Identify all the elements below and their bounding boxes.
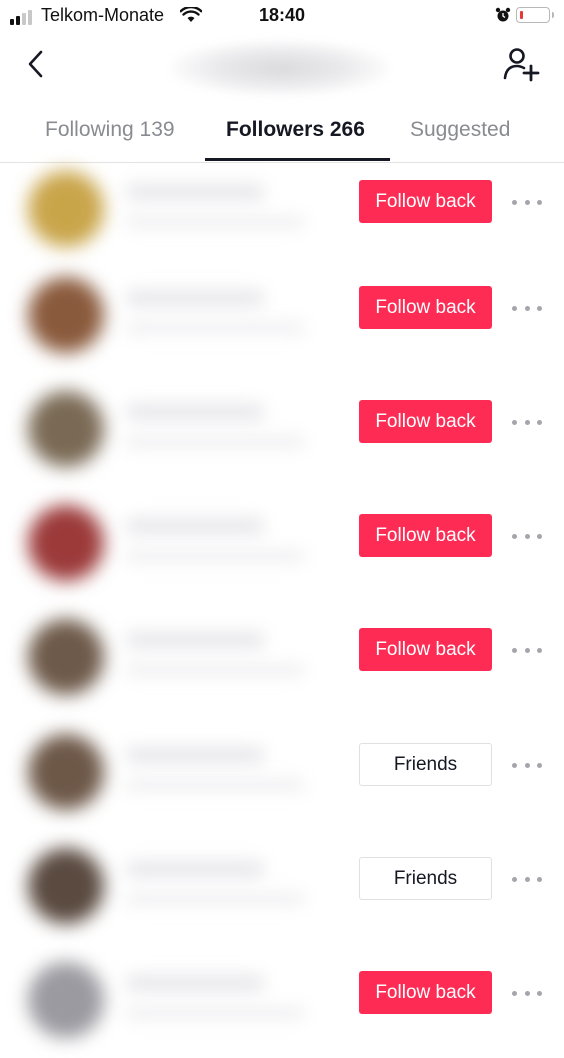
follower-row[interactable]: Follow back [0, 487, 564, 601]
avatar[interactable] [28, 505, 104, 581]
display-name [125, 892, 305, 906]
more-options-icon[interactable] [512, 983, 542, 1003]
follow-back-button[interactable]: Follow back [359, 286, 492, 329]
follow-back-button[interactable]: Follow back [359, 971, 492, 1014]
more-options-icon[interactable] [512, 640, 542, 660]
alarm-icon [495, 7, 511, 22]
username [125, 631, 265, 649]
avatar[interactable] [28, 619, 104, 695]
more-options-icon[interactable] [512, 526, 542, 546]
follow-back-button[interactable]: Follow back [359, 400, 492, 443]
follow-back-button[interactable]: Follow back [359, 180, 492, 223]
display-name [125, 435, 305, 449]
follower-row[interactable]: Follow back [0, 944, 564, 1058]
nav-bar [0, 32, 564, 96]
follower-row[interactable]: Follow back [0, 153, 564, 267]
username [125, 403, 265, 421]
avatar[interactable] [28, 962, 104, 1038]
more-options-icon[interactable] [512, 298, 542, 318]
follow-back-button[interactable]: Follow back [359, 514, 492, 557]
avatar[interactable] [28, 171, 104, 247]
tab-followers[interactable]: Followers 266 [226, 118, 365, 142]
follower-row[interactable]: Friends [0, 716, 564, 830]
follower-row[interactable]: Friends [0, 830, 564, 944]
back-button[interactable] [22, 48, 50, 80]
follower-row[interactable]: Follow back [0, 259, 564, 373]
avatar[interactable] [28, 848, 104, 924]
username [125, 974, 265, 992]
page-title [170, 40, 390, 96]
follow-back-button[interactable]: Follow back [359, 628, 492, 671]
avatar[interactable] [28, 734, 104, 810]
friends-button[interactable]: Friends [359, 743, 492, 786]
display-name [125, 215, 305, 229]
avatar[interactable] [28, 391, 104, 467]
more-options-icon[interactable] [512, 192, 542, 212]
username [125, 860, 265, 878]
tab-following[interactable]: Following 139 [45, 118, 175, 142]
display-name [125, 1006, 305, 1020]
username [125, 746, 265, 764]
friends-button[interactable]: Friends [359, 857, 492, 900]
more-options-icon[interactable] [512, 412, 542, 432]
display-name [125, 778, 305, 792]
display-name [125, 549, 305, 563]
username [125, 289, 265, 307]
display-name [125, 663, 305, 677]
add-friend-button[interactable] [500, 46, 540, 82]
tab-suggested[interactable]: Suggested [410, 118, 510, 142]
clock: 18:40 [258, 5, 306, 25]
follower-row[interactable]: Follow back [0, 373, 564, 487]
avatar[interactable] [28, 277, 104, 353]
more-options-icon[interactable] [512, 755, 542, 775]
username [125, 517, 265, 535]
follower-row[interactable]: Follow back [0, 601, 564, 715]
status-bar: Telkom-Monate 18:40 [0, 0, 564, 32]
username [125, 183, 265, 201]
more-options-icon[interactable] [512, 869, 542, 889]
display-name [125, 321, 305, 335]
battery-icon [516, 7, 554, 23]
